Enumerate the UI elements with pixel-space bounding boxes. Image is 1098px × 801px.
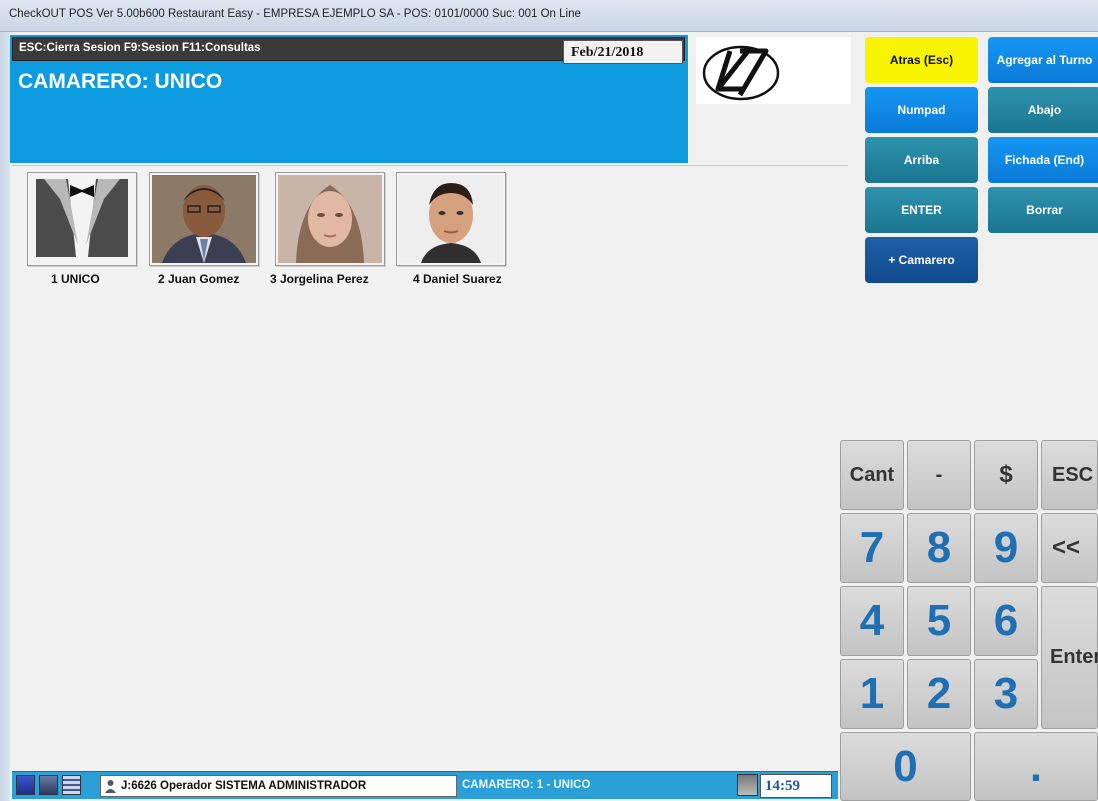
operator-text: J:6626 Operador SISTEMA ADMINISTRADOR bbox=[121, 780, 367, 792]
key-6[interactable]: 6 bbox=[974, 586, 1038, 656]
key-cant[interactable]: Cant bbox=[840, 440, 904, 510]
waiter-name-2: 2 Juan Gomez bbox=[158, 272, 240, 286]
app-icon[interactable] bbox=[16, 775, 35, 795]
key-2[interactable]: 2 bbox=[907, 659, 971, 729]
person-photo bbox=[399, 175, 503, 263]
key-5[interactable]: 5 bbox=[907, 586, 971, 656]
operator-icon bbox=[105, 780, 116, 793]
down-button[interactable]: Abajo bbox=[988, 87, 1098, 133]
key-minus[interactable]: - bbox=[907, 440, 971, 510]
add-waiter-button[interactable]: + Camarero bbox=[865, 237, 978, 283]
back-button[interactable]: Atras (Esc) bbox=[865, 37, 978, 83]
hotkeys-text: ESC:Cierra Sesion F9:Sesion F11:Consulta… bbox=[19, 42, 261, 54]
enter-function-button[interactable]: ENTER bbox=[865, 187, 978, 233]
delete-button[interactable]: Borrar bbox=[988, 187, 1098, 233]
key-enter[interactable]: Enter bbox=[1041, 586, 1098, 729]
tuxedo-icon bbox=[30, 175, 134, 263]
clock-display: 14:59 bbox=[760, 774, 832, 798]
waiter-name-3: 3 Jorgelina Perez bbox=[270, 272, 369, 286]
waiter-status: CAMARERO: 1 - UNICO bbox=[462, 779, 591, 791]
key-backspace[interactable]: << bbox=[1041, 513, 1098, 583]
window-title: CheckOUT POS Ver 5.00b600 Restaurant Eas… bbox=[9, 8, 581, 20]
window-left-frame bbox=[0, 32, 10, 801]
key-3[interactable]: 3 bbox=[974, 659, 1038, 729]
clock-card-button[interactable]: Fichada (End) bbox=[988, 137, 1098, 183]
waiter-title: CAMARERO: UNICO bbox=[18, 70, 223, 93]
cash-drawer-icon[interactable] bbox=[62, 775, 81, 795]
operator-box: J:6626 Operador SISTEMA ADMINISTRADOR bbox=[100, 775, 457, 797]
waiter-card-2[interactable] bbox=[149, 172, 259, 266]
up-button[interactable]: Arriba bbox=[865, 137, 978, 183]
waiter-name-4: 4 Daniel Suarez bbox=[413, 272, 502, 286]
window-title-bar[interactable]: CheckOUT POS Ver 5.00b600 Restaurant Eas… bbox=[0, 0, 1098, 32]
person-photo bbox=[152, 175, 256, 263]
key-7[interactable]: 7 bbox=[840, 513, 904, 583]
printer-icon[interactable] bbox=[39, 775, 58, 795]
key-8[interactable]: 8 bbox=[907, 513, 971, 583]
date-display: Feb/21/2018 bbox=[563, 40, 683, 64]
key-1[interactable]: 1 bbox=[840, 659, 904, 729]
user-avatar bbox=[737, 774, 758, 796]
key-dollar[interactable]: $ bbox=[974, 440, 1038, 510]
numpad-button[interactable]: Numpad bbox=[865, 87, 978, 133]
waiter-card-1[interactable] bbox=[27, 172, 137, 266]
company-logo bbox=[696, 37, 851, 104]
key-dot[interactable]: . bbox=[974, 732, 1098, 801]
key-0[interactable]: 0 bbox=[840, 732, 971, 801]
key-9[interactable]: 9 bbox=[974, 513, 1038, 583]
key-4[interactable]: 4 bbox=[840, 586, 904, 656]
key-esc[interactable]: ESC bbox=[1041, 440, 1098, 510]
person-photo bbox=[278, 175, 382, 263]
waiter-card-3[interactable] bbox=[275, 172, 385, 266]
add-to-shift-button[interactable]: Agregar al Turno bbox=[988, 37, 1098, 83]
waiter-card-4[interactable] bbox=[396, 172, 506, 266]
waiter-name-1: 1 UNICO bbox=[51, 272, 100, 286]
